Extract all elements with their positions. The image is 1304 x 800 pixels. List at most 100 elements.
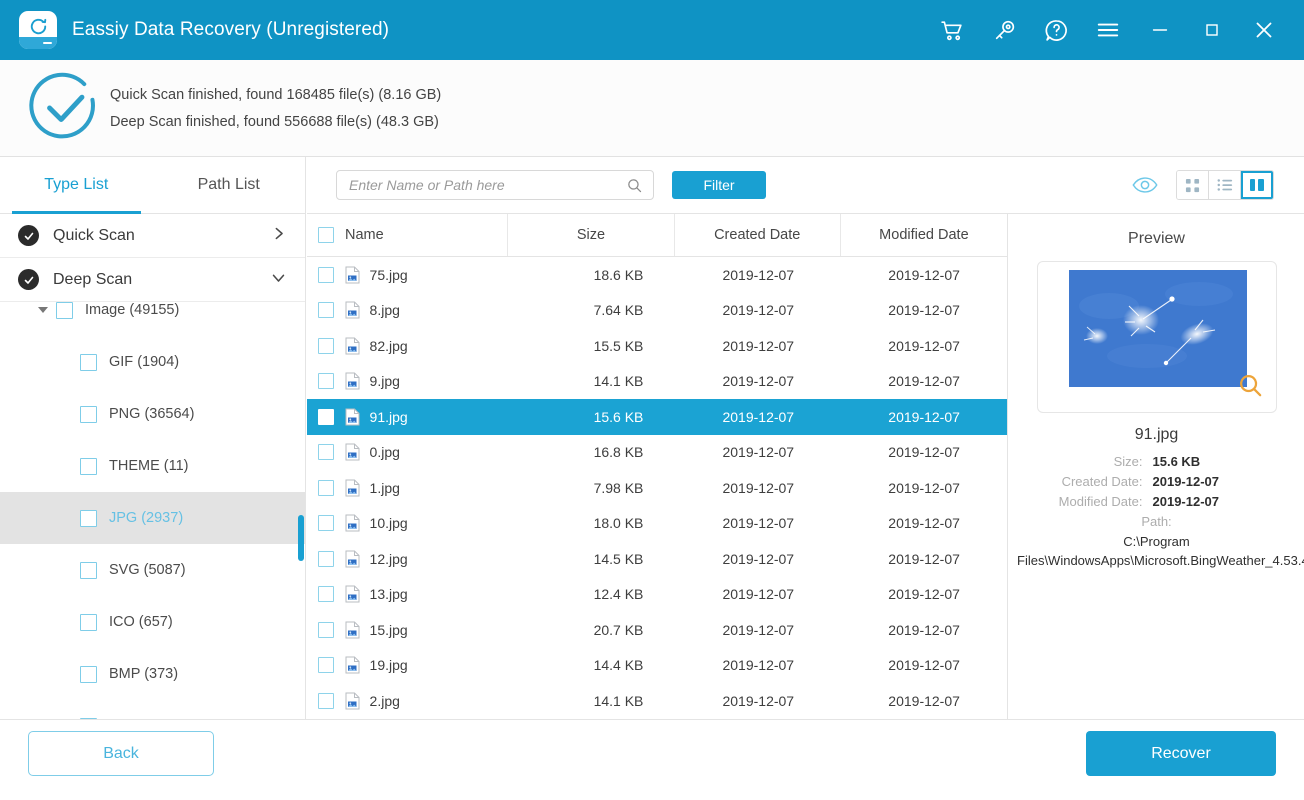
tree-item[interactable]: JPG (2937) xyxy=(0,492,305,544)
created-date-label: Created Date: xyxy=(1041,474,1153,489)
application-window: Eassiy Data Recovery (Unregistered) xyxy=(0,0,1304,800)
cell-modified-date: 2019-12-07 xyxy=(841,409,1007,425)
recover-button[interactable]: Recover xyxy=(1086,731,1276,776)
meta-size: Size: 15.6 KB xyxy=(1009,454,1304,469)
table-row[interactable]: 2.jpg14.1 KB2019-12-072019-12-07 xyxy=(307,683,1007,719)
list-view-icon[interactable] xyxy=(1209,171,1241,199)
table-row[interactable]: 82.jpg15.5 KB2019-12-072019-12-07 xyxy=(307,328,1007,364)
preview-card xyxy=(1037,261,1277,413)
column-header-modified-date[interactable]: Modified Date xyxy=(841,214,1007,256)
title-bar-actions xyxy=(926,0,1304,60)
row-checkbox[interactable] xyxy=(307,409,345,425)
maximize-icon[interactable] xyxy=(1186,0,1238,60)
row-checkbox[interactable] xyxy=(307,622,345,638)
tree-item-label: Image (49155) xyxy=(85,302,179,318)
tab-path-list[interactable]: Path List xyxy=(153,157,306,213)
cell-size: 7.98 KB xyxy=(508,480,676,496)
tree-item[interactable]: PNG (36564) xyxy=(0,388,305,440)
minimize-icon[interactable] xyxy=(1134,0,1186,60)
tree-item[interactable]: GIF (1904) xyxy=(0,336,305,388)
table-row[interactable]: 0.jpg16.8 KB2019-12-072019-12-07 xyxy=(307,435,1007,471)
cell-name: 0.jpg xyxy=(370,444,508,460)
tab-type-list[interactable]: Type List xyxy=(0,157,153,213)
search-icon[interactable] xyxy=(622,177,653,194)
sidebar-item-quick-scan[interactable]: Quick Scan xyxy=(0,214,305,258)
row-checkbox[interactable] xyxy=(307,693,345,709)
cell-modified-date: 2019-12-07 xyxy=(841,693,1007,709)
column-header-size[interactable]: Size xyxy=(508,214,674,256)
sidebar-scrollbar-thumb[interactable] xyxy=(298,515,304,561)
row-checkbox[interactable] xyxy=(307,657,345,673)
row-checkbox[interactable] xyxy=(307,302,345,318)
split-preview-view-icon[interactable] xyxy=(1241,171,1273,199)
jpg-file-icon xyxy=(345,337,370,355)
filter-button[interactable]: Filter xyxy=(672,171,766,199)
tree-item[interactable]: THEME (11) xyxy=(0,440,305,492)
table-row[interactable]: 13.jpg12.4 KB2019-12-072019-12-07 xyxy=(307,577,1007,613)
table-row[interactable]: 8.jpg7.64 KB2019-12-072019-12-07 xyxy=(307,293,1007,329)
column-header-created-date[interactable]: Created Date xyxy=(675,214,841,256)
table-row[interactable]: 1.jpg7.98 KB2019-12-072019-12-07 xyxy=(307,470,1007,506)
table-row[interactable]: 10.jpg18.0 KB2019-12-072019-12-07 xyxy=(307,506,1007,542)
tree-item-checkbox[interactable] xyxy=(80,562,97,579)
cell-name: 8.jpg xyxy=(370,302,508,318)
tree-item-checkbox[interactable] xyxy=(80,666,97,683)
row-checkbox[interactable] xyxy=(307,586,345,602)
preview-filename: 91.jpg xyxy=(1009,426,1304,444)
row-checkbox[interactable] xyxy=(307,373,345,389)
hamburger-menu-icon[interactable] xyxy=(1082,0,1134,60)
tree-item[interactable]: SVG (5087) xyxy=(0,544,305,596)
table-row[interactable]: 19.jpg14.4 KB2019-12-072019-12-07 xyxy=(307,648,1007,684)
tree-item[interactable]: Image (49155) xyxy=(0,302,305,336)
cell-size: 15.5 KB xyxy=(508,338,676,354)
search-input[interactable] xyxy=(337,177,622,193)
help-question-icon[interactable] xyxy=(1030,0,1082,60)
row-checkbox[interactable] xyxy=(307,444,345,460)
chevron-down-icon[interactable] xyxy=(270,269,287,291)
meta-created: Created Date: 2019-12-07 xyxy=(1009,474,1304,489)
table-header: Name Size Created Date Modified Date xyxy=(307,214,1007,257)
tree-item-checkbox[interactable] xyxy=(56,302,73,319)
jpg-file-icon xyxy=(345,514,370,532)
table-row[interactable]: 12.jpg14.5 KB2019-12-072019-12-07 xyxy=(307,541,1007,577)
row-checkbox[interactable] xyxy=(307,267,345,283)
row-checkbox[interactable] xyxy=(307,551,345,567)
eye-icon[interactable] xyxy=(1132,176,1158,194)
jpg-file-icon xyxy=(345,372,370,390)
table-row[interactable]: 75.jpg18.6 KB2019-12-072019-12-07 xyxy=(307,257,1007,293)
grid-view-icon[interactable] xyxy=(1177,171,1209,199)
row-checkbox[interactable] xyxy=(307,338,345,354)
cell-created-date: 2019-12-07 xyxy=(675,444,841,460)
table-row[interactable]: 9.jpg14.1 KB2019-12-072019-12-07 xyxy=(307,364,1007,400)
caret-down-icon[interactable] xyxy=(38,307,48,313)
table-row[interactable]: 91.jpg15.6 KB2019-12-072019-12-07 xyxy=(307,399,1007,435)
tree-item-checkbox[interactable] xyxy=(80,406,97,423)
close-icon[interactable] xyxy=(1238,0,1290,60)
chevron-right-icon[interactable] xyxy=(270,225,287,247)
tree-item-label: ICO (657) xyxy=(109,614,173,630)
back-button[interactable]: Back xyxy=(28,731,214,776)
tree-item-checkbox[interactable] xyxy=(80,458,97,475)
preview-thumbnail[interactable] xyxy=(1069,270,1247,387)
magnifier-icon[interactable] xyxy=(1237,372,1264,404)
column-header-name[interactable]: Name xyxy=(345,214,508,256)
tree-item[interactable]: BMP (373) xyxy=(0,648,305,700)
tree-item-checkbox[interactable] xyxy=(80,614,97,631)
jpg-file-icon xyxy=(345,408,370,426)
table-row[interactable]: 15.jpg20.7 KB2019-12-072019-12-07 xyxy=(307,612,1007,648)
cell-size: 18.6 KB xyxy=(508,267,676,283)
row-checkbox[interactable] xyxy=(307,480,345,496)
key-icon[interactable] xyxy=(978,0,1030,60)
jpg-file-icon xyxy=(345,479,370,497)
tree-item[interactable]: TIF (230) xyxy=(0,700,305,719)
tree-item-checkbox[interactable] xyxy=(80,354,97,371)
preview-title: Preview xyxy=(1009,230,1304,248)
sidebar-item-deep-scan[interactable]: Deep Scan xyxy=(0,258,305,302)
row-checkbox[interactable] xyxy=(307,515,345,531)
select-all-checkbox[interactable] xyxy=(307,214,345,256)
shopping-cart-icon[interactable] xyxy=(926,0,978,60)
search-box[interactable] xyxy=(336,170,654,200)
tree-item[interactable]: ICO (657) xyxy=(0,596,305,648)
view-controls xyxy=(1132,170,1304,200)
tree-item-checkbox[interactable] xyxy=(80,510,97,527)
